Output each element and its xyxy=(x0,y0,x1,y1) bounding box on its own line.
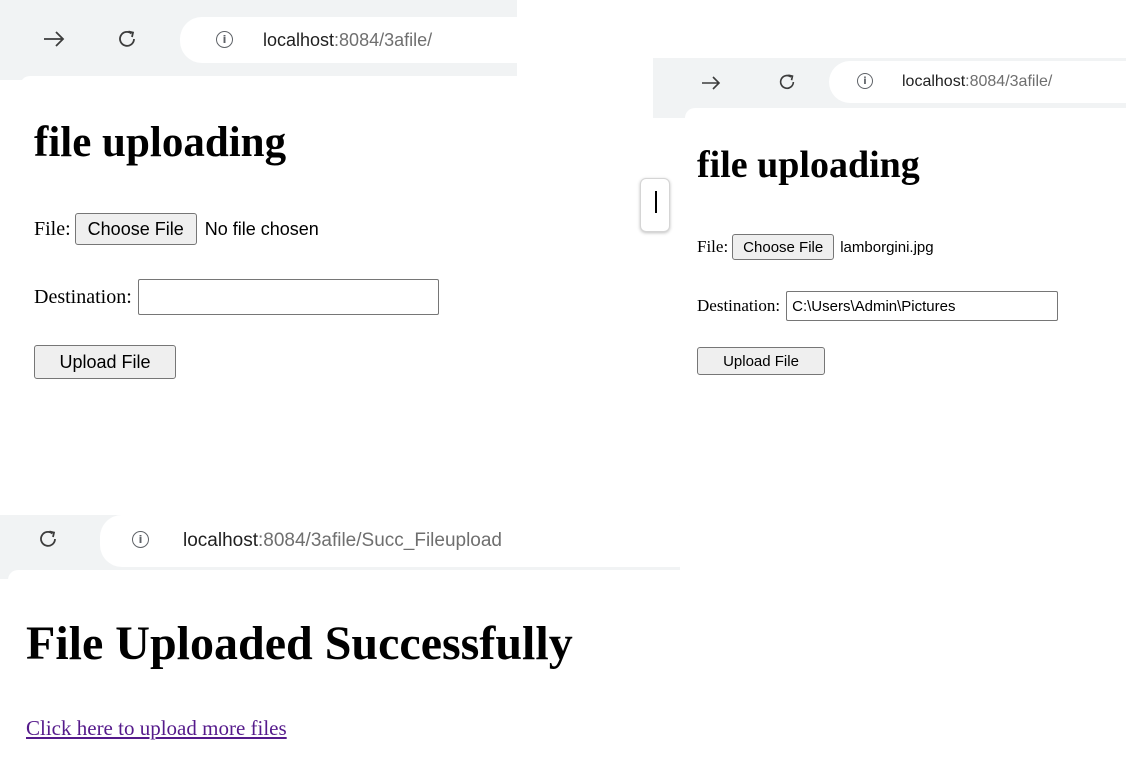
destination-row: Destination: xyxy=(697,291,1059,321)
reload-icon[interactable] xyxy=(34,525,62,553)
upload-file-button[interactable]: Upload File xyxy=(697,347,825,375)
page-title: File Uploaded Successfully xyxy=(26,617,573,670)
url-text: localhost:8084/3afile/Succ_Fileupload xyxy=(183,530,503,551)
page-viewport: file uploading File: Choose File No file… xyxy=(20,76,517,391)
reload-icon[interactable] xyxy=(774,69,800,95)
page-viewport: file uploading File: Choose File lamborg… xyxy=(685,108,1126,391)
forward-arrow-icon[interactable] xyxy=(697,72,725,94)
screenshot-empty-form: i localhost:8084/3afile/ file uploading … xyxy=(0,0,517,391)
file-row: File: Choose File lamborgini.jpg xyxy=(697,234,934,260)
choose-file-button[interactable]: Choose File xyxy=(74,213,197,245)
destination-input[interactable] xyxy=(137,279,439,315)
upload-more-link[interactable]: Click here to upload more files xyxy=(26,716,287,741)
info-icon[interactable]: i xyxy=(857,73,873,89)
page-viewport: File Uploaded Successfully Click here to… xyxy=(8,570,680,778)
screenshot-success-page: i localhost:8084/3afile/Succ_Fileupload … xyxy=(0,515,680,778)
forward-arrow-icon[interactable] xyxy=(38,26,70,52)
destination-input[interactable] xyxy=(786,291,1059,321)
url-text: localhost:8084/3afile/ xyxy=(263,30,433,50)
info-icon[interactable]: i xyxy=(132,531,149,548)
url-text: localhost:8084/3afile/ xyxy=(902,73,1053,90)
file-label: File: xyxy=(34,217,71,240)
page-title: file uploading xyxy=(697,144,920,186)
file-status: lamborgini.jpg xyxy=(840,238,934,256)
address-bar[interactable]: i localhost:8084/3afile/Succ_Fileupload xyxy=(100,515,680,567)
file-status: No file chosen xyxy=(204,218,319,239)
address-bar[interactable]: i localhost:8084/3afile/ xyxy=(180,17,517,63)
browser-toolbar: i localhost:8084/3afile/ xyxy=(0,0,517,80)
reload-icon[interactable] xyxy=(112,24,142,54)
info-icon[interactable]: i xyxy=(216,31,233,48)
address-bar[interactable]: i localhost:8084/3afile/ xyxy=(829,61,1126,103)
destination-row: Destination: xyxy=(34,279,439,315)
background-window-fragment xyxy=(640,178,670,232)
screenshot-filled-form: i localhost:8084/3afile/ file uploading … xyxy=(653,58,1126,391)
destination-label: Destination: xyxy=(697,296,781,315)
destination-label: Destination: xyxy=(34,285,132,308)
file-label: File: xyxy=(697,237,729,256)
caret-mark xyxy=(655,191,657,213)
page-title: file uploading xyxy=(34,119,287,166)
choose-file-button[interactable]: Choose File xyxy=(732,234,835,260)
file-row: File: Choose File No file chosen xyxy=(34,213,319,245)
upload-file-button[interactable]: Upload File xyxy=(34,345,176,379)
